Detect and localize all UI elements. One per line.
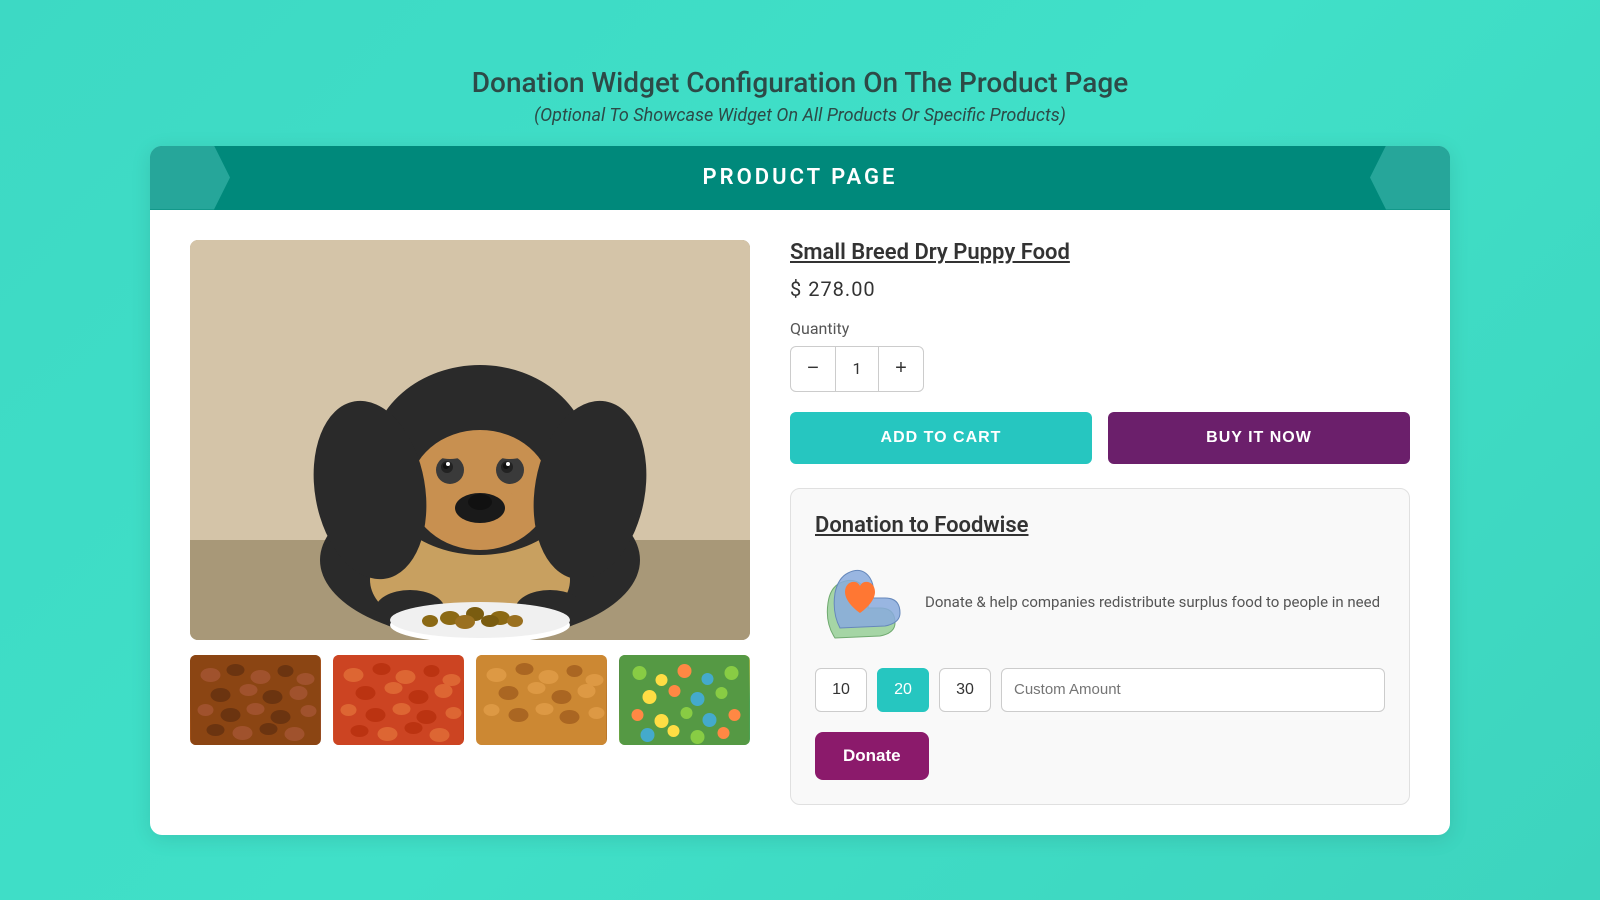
thumbnail-2[interactable] (333, 655, 464, 745)
donation-title: Donation to Foodwise (815, 513, 1385, 538)
banner-left-arrow (150, 146, 230, 210)
product-page-container: PRODUCT PAGE (150, 146, 1450, 835)
quantity-value: 1 (835, 347, 879, 391)
product-content: Small Breed Dry Puppy Food $ 278.00 Quan… (150, 240, 1450, 805)
amount-20-button[interactable]: 20 (877, 668, 929, 712)
product-page-banner: PRODUCT PAGE (150, 146, 1450, 210)
amount-10-button[interactable]: 10 (815, 668, 867, 712)
thumbnail-row (190, 655, 750, 745)
custom-amount-input[interactable] (1001, 668, 1385, 712)
buy-now-button[interactable]: BUY IT NOW (1108, 412, 1410, 464)
banner-text: PRODUCT PAGE (703, 165, 898, 190)
amount-30-button[interactable]: 30 (939, 668, 991, 712)
donation-amounts: 10 20 30 (815, 668, 1385, 712)
quantity-control: − 1 + (790, 346, 924, 392)
product-price: $ 278.00 (790, 277, 1410, 301)
quantity-increase-button[interactable]: + (879, 347, 923, 391)
thumbnail-4[interactable] (619, 655, 750, 745)
thumbnail-3[interactable] (476, 655, 607, 745)
buttons-row: ADD TO CART BUY IT NOW (790, 412, 1410, 464)
donation-description: Donate & help companies redistribute sur… (925, 591, 1380, 614)
page-header: Donation Widget Configuration On The Pro… (472, 66, 1128, 126)
product-details: Small Breed Dry Puppy Food $ 278.00 Quan… (790, 240, 1410, 805)
banner-right-arrow (1370, 146, 1450, 210)
donation-icon (815, 558, 905, 648)
donate-button[interactable]: Donate (815, 732, 929, 780)
product-name: Small Breed Dry Puppy Food (790, 240, 1410, 265)
page-title: Donation Widget Configuration On The Pro… (472, 66, 1128, 99)
add-to-cart-button[interactable]: ADD TO CART (790, 412, 1092, 464)
quantity-label: Quantity (790, 319, 1410, 338)
page-subtitle: (Optional To Showcase Widget On All Prod… (472, 105, 1128, 126)
thumbnail-1[interactable] (190, 655, 321, 745)
quantity-decrease-button[interactable]: − (791, 347, 835, 391)
donation-info-row: Donate & help companies redistribute sur… (815, 558, 1385, 648)
product-images (190, 240, 750, 805)
donation-widget: Donation to Foodwise (790, 488, 1410, 805)
main-product-image (190, 240, 750, 640)
